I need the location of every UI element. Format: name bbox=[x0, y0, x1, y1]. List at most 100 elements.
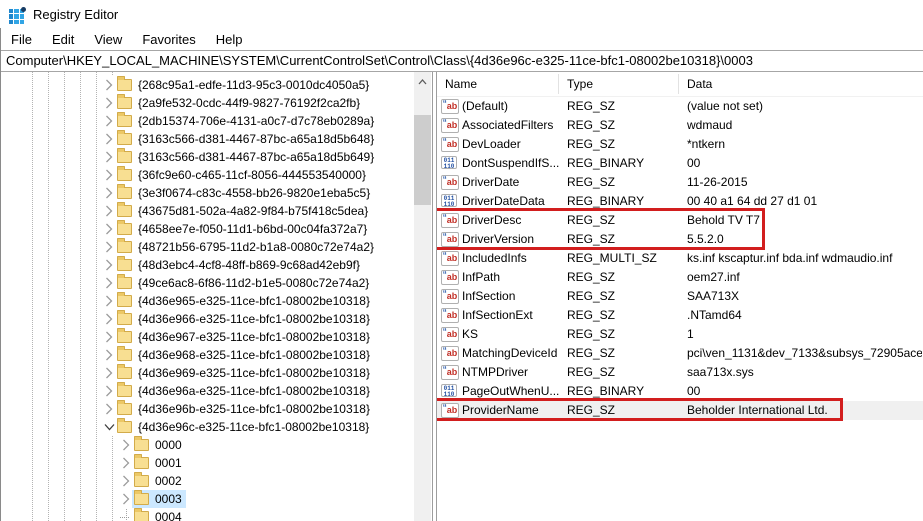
value-row-infsection[interactable]: “abInfSectionREG_SZSAA713X bbox=[437, 287, 923, 306]
tree-item-4d36e969-e325-11ce-bfc1-08002be10318[interactable]: {4d36e969-e325-11ce-bfc1-08002be10318} bbox=[1, 364, 414, 382]
tree-item-3163c566-d381-4467-87bc-a65a18d5b649[interactable]: {3163c566-d381-4467-87bc-a65a18d5b649} bbox=[1, 148, 414, 166]
column-divider[interactable] bbox=[558, 74, 559, 94]
tree-node[interactable]: {49ce6ac8-6f86-11d2-b1e5-0080c72e74a2} bbox=[115, 274, 373, 292]
tree-item-43675d81-502a-4a82-9f84-b75f418c5dea[interactable]: {43675d81-502a-4a82-9f84-b75f418c5dea} bbox=[1, 202, 414, 220]
tree-item-36fc9e60-c465-11cf-8056-444553540000[interactable]: {36fc9e60-c465-11cf-8056-444553540000} bbox=[1, 166, 414, 184]
menu-item-help[interactable]: Help bbox=[206, 30, 253, 50]
column-header-name[interactable]: Name bbox=[445, 72, 477, 96]
tree-node[interactable]: {3163c566-d381-4467-87bc-a65a18d5b649} bbox=[115, 148, 378, 166]
chevron-right-icon[interactable] bbox=[103, 94, 115, 112]
tree-item-3e3f0674-c83c-4558-bb26-9820e1eba5c5[interactable]: {3e3f0674-c83c-4558-bb26-9820e1eba5c5} bbox=[1, 184, 414, 202]
menu-item-file[interactable]: File bbox=[1, 30, 42, 50]
tree-node[interactable]: {4d36e968-e325-11ce-bfc1-08002be10318} bbox=[115, 346, 374, 364]
tree-item-0002[interactable]: 0002 bbox=[1, 472, 414, 490]
address-bar[interactable]: Computer\HKEY_LOCAL_MACHINE\SYSTEM\Curre… bbox=[0, 50, 923, 72]
tree-node[interactable]: 0004 bbox=[132, 508, 186, 521]
tree-node[interactable]: 0001 bbox=[132, 454, 186, 472]
column-header-type[interactable]: Type bbox=[567, 72, 593, 96]
tree-node[interactable]: {4d36e966-e325-11ce-bfc1-08002be10318} bbox=[115, 310, 374, 328]
value-row-default[interactable]: “ab(Default)REG_SZ(value not set) bbox=[437, 97, 923, 116]
tree-item-0004[interactable]: 0004 bbox=[1, 508, 414, 521]
value-row-driverdate[interactable]: “abDriverDateREG_SZ11-26-2015 bbox=[437, 173, 923, 192]
tree-node[interactable]: {3163c566-d381-4467-87bc-a65a18d5b648} bbox=[115, 130, 378, 148]
tree-item-3163c566-d381-4467-87bc-a65a18d5b648[interactable]: {3163c566-d381-4467-87bc-a65a18d5b648} bbox=[1, 130, 414, 148]
chevron-right-icon[interactable] bbox=[103, 310, 115, 328]
tree-item-4d36e96c-e325-11ce-bfc1-08002be10318[interactable]: {4d36e96c-e325-11ce-bfc1-08002be10318} bbox=[1, 418, 414, 436]
chevron-right-icon[interactable] bbox=[103, 292, 115, 310]
chevron-right-icon[interactable] bbox=[103, 382, 115, 400]
chevron-right-icon[interactable] bbox=[103, 238, 115, 256]
chevron-right-icon[interactable] bbox=[103, 148, 115, 166]
tree-item-4d36e96a-e325-11ce-bfc1-08002be10318[interactable]: {4d36e96a-e325-11ce-bfc1-08002be10318} bbox=[1, 382, 414, 400]
tree-node[interactable]: {3e3f0674-c83c-4558-bb26-9820e1eba5c5} bbox=[115, 184, 374, 202]
value-row-driverdesc[interactable]: “abDriverDescREG_SZBehold TV T7 bbox=[437, 211, 923, 230]
tree-item-4d36e968-e325-11ce-bfc1-08002be10318[interactable]: {4d36e968-e325-11ce-bfc1-08002be10318} bbox=[1, 346, 414, 364]
tree-node[interactable]: {4d36e967-e325-11ce-bfc1-08002be10318} bbox=[115, 328, 374, 346]
tree-node[interactable]: {268c95a1-edfe-11d3-95c3-0010dc4050a5} bbox=[115, 76, 373, 94]
column-header-data[interactable]: Data bbox=[687, 72, 712, 96]
tree-node[interactable]: {4d36e969-e325-11ce-bfc1-08002be10318} bbox=[115, 364, 374, 382]
tree-node[interactable]: {4658ee7e-f050-11d1-b6bd-00c04fa372a7} bbox=[115, 220, 371, 238]
chevron-right-icon[interactable] bbox=[103, 328, 115, 346]
column-divider[interactable] bbox=[678, 74, 679, 94]
tree-node[interactable]: {36fc9e60-c465-11cf-8056-444553540000} bbox=[115, 166, 370, 184]
tree-node-selected[interactable]: 0003 bbox=[132, 490, 186, 508]
value-row-ks[interactable]: “abKSREG_SZ1 bbox=[437, 325, 923, 344]
value-row-includedinfs[interactable]: “abIncludedInfsREG_MULTI_SZks.inf kscapt… bbox=[437, 249, 923, 268]
tree-node[interactable]: {43675d81-502a-4a82-9f84-b75f418c5dea} bbox=[115, 202, 372, 220]
chevron-right-icon[interactable] bbox=[103, 274, 115, 292]
tree-node[interactable]: {48d3ebc4-4cf8-48ff-b869-9c68ad42eb9f} bbox=[115, 256, 364, 274]
chevron-right-icon[interactable] bbox=[103, 220, 115, 238]
tree-item-0000[interactable]: 0000 bbox=[1, 436, 414, 454]
tree-node[interactable]: {4d36e96a-e325-11ce-bfc1-08002be10318} bbox=[115, 382, 374, 400]
tree-item-2a9fe532-0cdc-44f9-9827-76192f2ca2fb[interactable]: {2a9fe532-0cdc-44f9-9827-76192f2ca2fb} bbox=[1, 94, 414, 112]
chevron-right-icon[interactable] bbox=[120, 454, 132, 472]
tree-item-4d36e965-e325-11ce-bfc1-08002be10318[interactable]: {4d36e965-e325-11ce-bfc1-08002be10318} bbox=[1, 292, 414, 310]
chevron-right-icon[interactable] bbox=[103, 202, 115, 220]
chevron-right-icon[interactable] bbox=[120, 472, 132, 490]
chevron-right-icon[interactable] bbox=[103, 184, 115, 202]
tree-node[interactable]: {4d36e96b-e325-11ce-bfc1-08002be10318} bbox=[115, 400, 374, 418]
tree-item-49ce6ac8-6f86-11d2-b1e5-0080c72e74a2[interactable]: {49ce6ac8-6f86-11d2-b1e5-0080c72e74a2} bbox=[1, 274, 414, 292]
value-row-dontsuspendifs[interactable]: 011110DontSuspendIfS...REG_BINARY00 bbox=[437, 154, 923, 173]
value-row-devloader[interactable]: “abDevLoaderREG_SZ*ntkern bbox=[437, 135, 923, 154]
value-row-infsectionext[interactable]: “abInfSectionExtREG_SZ.NTamd64 bbox=[437, 306, 923, 325]
chevron-down-icon[interactable] bbox=[103, 418, 115, 436]
tree-item-2db15374-706e-4131-a0c7-d7c78eb0289a[interactable]: {2db15374-706e-4131-a0c7-d7c78eb0289a} bbox=[1, 112, 414, 130]
tree-item-4d36e96b-e325-11ce-bfc1-08002be10318[interactable]: {4d36e96b-e325-11ce-bfc1-08002be10318} bbox=[1, 400, 414, 418]
tree-item-268c95a1-edfe-11d3-95c3-0010dc4050a5[interactable]: {268c95a1-edfe-11d3-95c3-0010dc4050a5} bbox=[1, 76, 414, 94]
tree-item-48d3ebc4-4cf8-48ff-b869-9c68ad42eb9f[interactable]: {48d3ebc4-4cf8-48ff-b869-9c68ad42eb9f} bbox=[1, 256, 414, 274]
menu-item-edit[interactable]: Edit bbox=[42, 30, 84, 50]
scroll-up-icon[interactable] bbox=[414, 75, 431, 89]
tree-item-4d36e967-e325-11ce-bfc1-08002be10318[interactable]: {4d36e967-e325-11ce-bfc1-08002be10318} bbox=[1, 328, 414, 346]
chevron-right-icon[interactable] bbox=[120, 436, 132, 454]
tree-node[interactable]: {4d36e965-e325-11ce-bfc1-08002be10318} bbox=[115, 292, 374, 310]
scrollbar-thumb[interactable] bbox=[414, 115, 431, 205]
value-row-driverdatedata[interactable]: 011110DriverDateDataREG_BINARY00 40 a1 6… bbox=[437, 192, 923, 211]
pane-splitter[interactable] bbox=[432, 72, 433, 521]
chevron-right-icon[interactable] bbox=[103, 256, 115, 274]
value-row-associatedfilters[interactable]: “abAssociatedFiltersREG_SZwdmaud bbox=[437, 116, 923, 135]
chevron-right-icon[interactable] bbox=[120, 490, 132, 508]
chevron-right-icon[interactable] bbox=[103, 346, 115, 364]
tree-item-4d36e966-e325-11ce-bfc1-08002be10318[interactable]: {4d36e966-e325-11ce-bfc1-08002be10318} bbox=[1, 310, 414, 328]
tree-node[interactable]: {4d36e96c-e325-11ce-bfc1-08002be10318} bbox=[115, 418, 373, 436]
tree-item-0001[interactable]: 0001 bbox=[1, 454, 414, 472]
chevron-right-icon[interactable] bbox=[103, 112, 115, 130]
value-row-ntmpdriver[interactable]: “abNTMPDriverREG_SZsaa713x.sys bbox=[437, 363, 923, 382]
tree-item-48721b56-6795-11d2-b1a8-0080c72e74a2[interactable]: {48721b56-6795-11d2-b1a8-0080c72e74a2} bbox=[1, 238, 414, 256]
tree-node[interactable]: {2db15374-706e-4131-a0c7-d7c78eb0289a} bbox=[115, 112, 378, 130]
menu-item-view[interactable]: View bbox=[84, 30, 132, 50]
chevron-right-icon[interactable] bbox=[103, 130, 115, 148]
tree-node[interactable]: {48721b56-6795-11d2-b1a8-0080c72e74a2} bbox=[115, 238, 378, 256]
chevron-right-icon[interactable] bbox=[103, 76, 115, 94]
tree-node[interactable]: 0000 bbox=[132, 436, 186, 454]
tree-node[interactable]: {2a9fe532-0cdc-44f9-9827-76192f2ca2fb} bbox=[115, 94, 364, 112]
chevron-right-icon[interactable] bbox=[103, 364, 115, 382]
tree-item-4658ee7e-f050-11d1-b6bd-00c04fa372a7[interactable]: {4658ee7e-f050-11d1-b6bd-00c04fa372a7} bbox=[1, 220, 414, 238]
value-row-infpath[interactable]: “abInfPathREG_SZoem27.inf bbox=[437, 268, 923, 287]
value-row-driverversion[interactable]: “abDriverVersionREG_SZ5.5.2.0 bbox=[437, 230, 923, 249]
tree-item-0003[interactable]: 0003 bbox=[1, 490, 414, 508]
tree-node[interactable]: 0002 bbox=[132, 472, 186, 490]
menu-item-favorites[interactable]: Favorites bbox=[132, 30, 205, 50]
